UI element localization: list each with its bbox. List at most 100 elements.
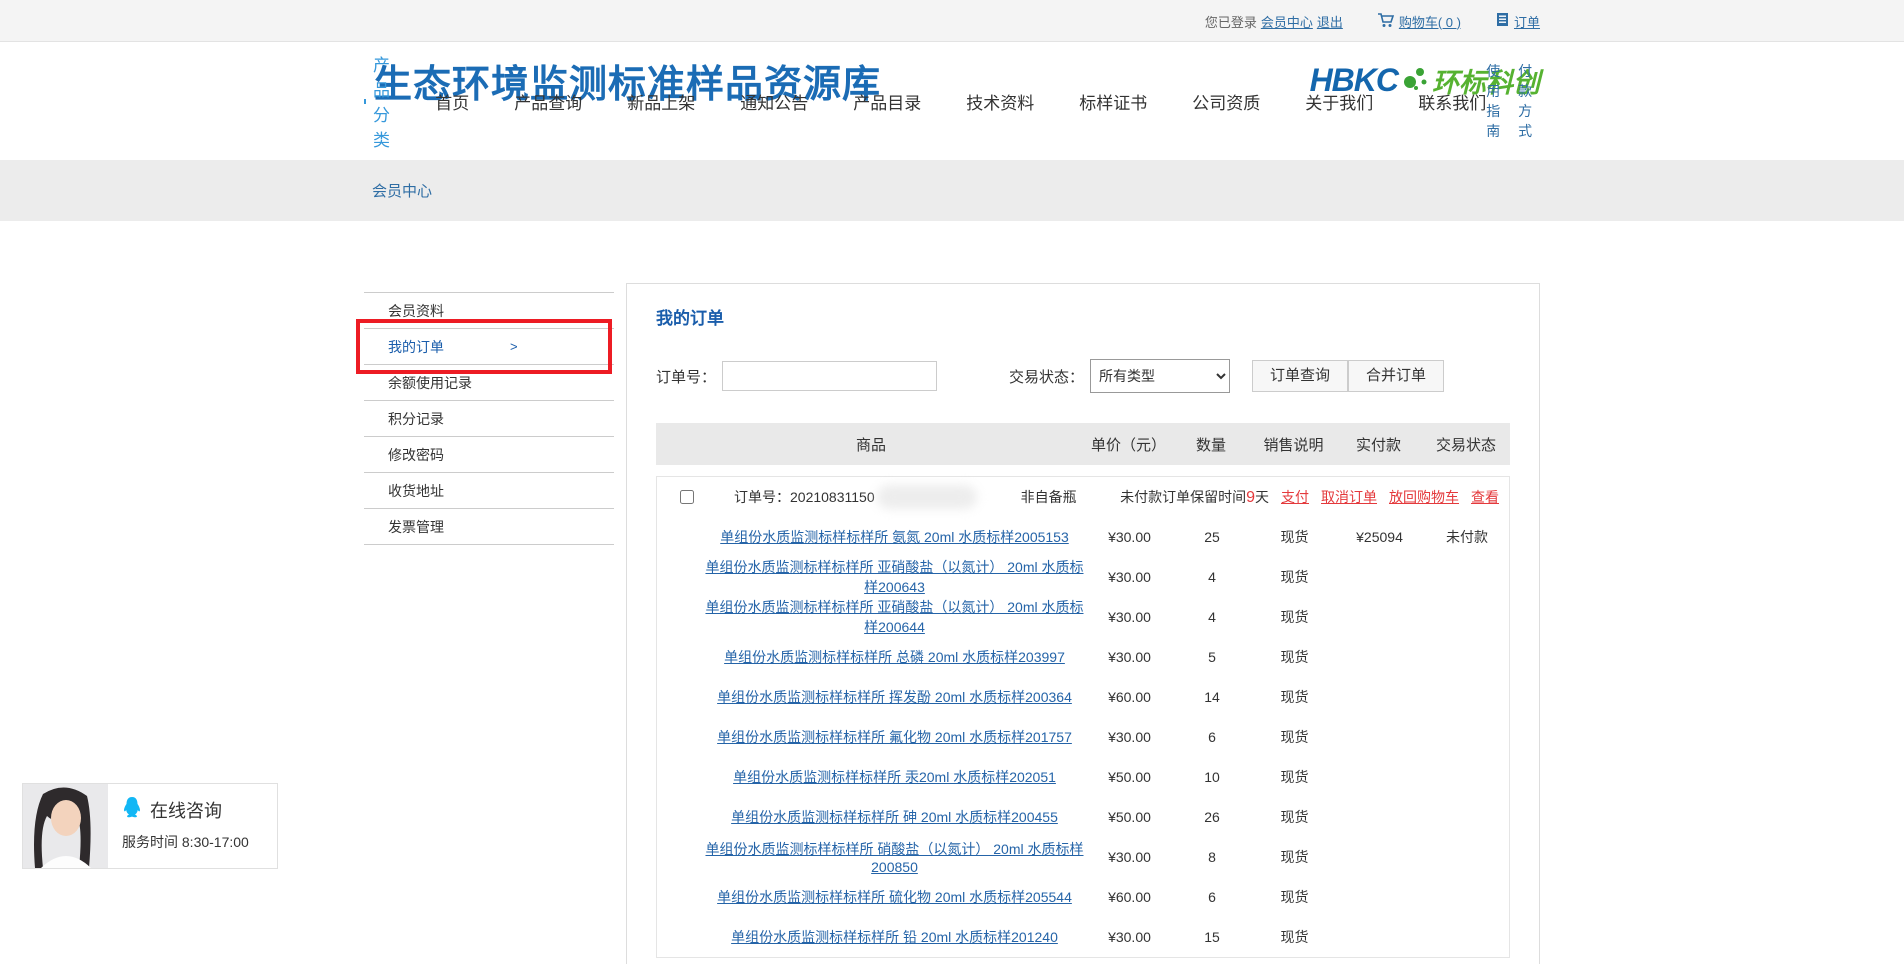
sale-note-value: 现货 (1252, 887, 1337, 907)
sidebar-item-label: 会员资料 (388, 301, 444, 321)
paid-amount-value: ¥25094 (1337, 529, 1422, 545)
sale-note-value: 现货 (1252, 807, 1337, 827)
product-link[interactable]: 单组份水质监测标样标样所 亚硝酸盐（以氮计） 20ml 水质标样200643 (705, 559, 1083, 595)
pay-link[interactable]: 支付 (1281, 487, 1309, 507)
unit-price-value: ¥30.00 (1087, 529, 1172, 545)
nav-item[interactable]: 公司资质 (1192, 89, 1260, 114)
order-query-button[interactable]: 订单查询 (1252, 360, 1348, 392)
sidebar-item[interactable]: 收货地址 (364, 473, 614, 509)
order-no-label: 订单号： (656, 366, 716, 387)
nav-item-product-category[interactable]: 产品分类 (364, 51, 399, 151)
breadcrumb-band: 会员中心 (0, 160, 1904, 221)
col-paid: 实付款 (1336, 434, 1421, 455)
logged-in-text: 您已登录 (1205, 12, 1257, 31)
order-no-input[interactable] (722, 361, 937, 391)
orders-panel: 我的订单 订单号： 交易状态： 所有类型 订单查询 合并订单 商品 单价（元） … (626, 283, 1540, 964)
main-nav: 产品分类 首页 产品查询 新品上架 通知公告 产品目录 技术资料 标样证书 公司资质 关于我们 联… (364, 51, 1540, 151)
product-link[interactable]: 单组份水质监测标样标样所 总磷 20ml 水质标样203997 (724, 649, 1065, 665)
order-item-row: 单组份水质监测标样标样所 铅 20ml 水质标样201240 ¥30.00 15… (657, 917, 1509, 957)
merge-orders-button[interactable]: 合并订单 (1348, 360, 1444, 392)
sidebar-item[interactable]: 会员资料 (364, 293, 614, 329)
order-items: 单组份水质监测标样标样所 氨氮 20ml 水质标样2005153 ¥30.00 … (657, 517, 1509, 957)
unit-price-value: ¥30.00 (1087, 849, 1172, 865)
quantity-value: 5 (1172, 649, 1252, 665)
unit-price-value: ¥50.00 (1087, 769, 1172, 785)
order-search-bar: 订单号： 交易状态： 所有类型 订单查询 合并订单 (656, 359, 1510, 393)
product-link[interactable]: 单组份水质监测标样标样所 亚硝酸盐（以氮计） 20ml 水质标样200644 (705, 599, 1083, 635)
product-link[interactable]: 单组份水质监测标样标样所 铅 20ml 水质标样201240 (731, 929, 1058, 945)
nav-item[interactable]: 产品目录 (853, 89, 921, 114)
order-item-row: 单组份水质监测标样标样所 亚硝酸盐（以氮计） 20ml 水质标样200643 ¥… (657, 557, 1509, 597)
view-order-link[interactable]: 查看 (1471, 487, 1499, 507)
bottle-note: 非自备瓶 (1021, 487, 1077, 507)
sidebar-item[interactable]: 修改密码 (364, 437, 614, 473)
unit-price-value: ¥30.00 (1087, 609, 1172, 625)
agent-avatar (23, 784, 108, 868)
col-unit-price: 单价（元） (1086, 434, 1171, 455)
orders-icon (1495, 12, 1510, 30)
nav-item[interactable]: 联系我们 (1418, 89, 1486, 114)
product-link[interactable]: 单组份水质监测标样标样所 硝酸盐（以氮计） 20ml 水质标样200850 (705, 841, 1083, 875)
order-checkbox[interactable] (680, 490, 694, 504)
quantity-value: 25 (1172, 529, 1252, 545)
product-link[interactable]: 单组份水质监测标样标样所 硫化物 20ml 水质标样205544 (717, 889, 1072, 905)
product-link[interactable]: 单组份水质监测标样标样所 氨氮 20ml 水质标样2005153 (720, 529, 1069, 545)
site-header: 生态环境监测标准样品资源库 HBKC 环标科创 产品分类 首页产品查询新品上架通… (0, 43, 1904, 159)
order-group-header: 订单号：20210831150 非自备瓶 未付款订单保留时间9天 支付 取消订单… (657, 477, 1509, 517)
unit-price-value: ¥30.00 (1087, 569, 1172, 585)
nav-item[interactable]: 产品查询 (514, 89, 582, 114)
quantity-value: 8 (1172, 849, 1252, 865)
sidebar-item-label: 修改密码 (388, 445, 444, 465)
consult-info: 在线咨询 服务时间 8:30-17:00 (108, 784, 277, 868)
sidebar-item[interactable]: 我的订单 > (364, 329, 614, 365)
login-status: 您已登录 会员中心退出 (1205, 12, 1343, 31)
page-root: 您已登录 会员中心退出 购物车( 0 ) 订单 生态环境监测标准样品资源库 HB… (0, 0, 1904, 964)
cart-link[interactable]: 购物车( 0 ) (1399, 12, 1461, 31)
nav-item[interactable]: 技术资料 (966, 89, 1034, 114)
order-item-row: 单组份水质监测标样标样所 硫化物 20ml 水质标样205544 ¥60.00 … (657, 877, 1509, 917)
sidebar-item[interactable]: 积分记录 (364, 401, 614, 437)
cancel-order-link[interactable]: 取消订单 (1321, 487, 1377, 507)
member-center-link[interactable]: 会员中心 (1261, 12, 1313, 31)
top-utility-bar: 您已登录 会员中心退出 购物车( 0 ) 订单 (0, 0, 1904, 42)
sale-note-value: 现货 (1252, 687, 1337, 707)
trade-status-select[interactable]: 所有类型 (1090, 359, 1230, 393)
order-item-row: 单组份水质监测标样标样所 汞20ml 水质标样202051 ¥50.00 10 … (657, 757, 1509, 797)
quantity-value: 6 (1172, 889, 1252, 905)
sidebar-item-label: 余额使用记录 (388, 373, 472, 393)
online-consult-widget[interactable]: 在线咨询 服务时间 8:30-17:00 (22, 783, 278, 869)
orders-group[interactable]: 订单 (1495, 12, 1540, 31)
breadcrumb[interactable]: 会员中心 (364, 180, 432, 201)
orders-link[interactable]: 订单 (1514, 12, 1540, 31)
sale-note-value: 现货 (1252, 727, 1337, 747)
product-link[interactable]: 单组份水质监测标样标样所 砷 20ml 水质标样200455 (731, 809, 1058, 825)
quantity-value: 15 (1172, 929, 1252, 945)
sale-note-value: 现货 (1252, 847, 1337, 867)
nav-item[interactable]: 通知公告 (740, 89, 808, 114)
nav-item[interactable]: 标样证书 (1079, 89, 1147, 114)
sidebar-item[interactable]: 发票管理 (364, 509, 614, 545)
unit-price-value: ¥60.00 (1087, 689, 1172, 705)
nav-item[interactable]: 首页 (435, 89, 469, 114)
nav-item[interactable]: 关于我们 (1305, 89, 1373, 114)
sidebar-item-label: 我的订单 (388, 337, 444, 357)
sale-note-value: 现货 (1252, 607, 1337, 627)
product-link[interactable]: 单组份水质监测标样标样所 挥发酚 20ml 水质标样200364 (717, 689, 1072, 705)
sidebar-item-label: 积分记录 (388, 409, 444, 429)
back-to-cart-link[interactable]: 放回购物车 (1389, 487, 1459, 507)
cart-group[interactable]: 购物车( 0 ) (1377, 12, 1461, 31)
product-link[interactable]: 单组份水质监测标样标样所 汞20ml 水质标样202051 (733, 769, 1056, 785)
order-item-row: 单组份水质监测标样标样所 挥发酚 20ml 水质标样200364 ¥60.00 … (657, 677, 1509, 717)
orders-table-header: 商品 单价（元） 数量 销售说明 实付款 交易状态 (656, 423, 1510, 465)
product-link[interactable]: 单组份水质监测标样标样所 氟化物 20ml 水质标样201757 (717, 729, 1072, 745)
payment-link[interactable]: 付款方式 (1518, 61, 1540, 141)
sale-note-value: 现货 (1252, 527, 1337, 547)
consult-title: 在线咨询 (150, 797, 222, 823)
sale-note-value: 现货 (1252, 567, 1337, 587)
logout-link[interactable]: 退出 (1317, 12, 1343, 31)
nav-item[interactable]: 新品上架 (627, 89, 695, 114)
member-sidebar: 会员资料 我的订单 > 余额使用记录 积分记录 修改密码 收货地址 发票管理 (364, 292, 614, 545)
guide-link[interactable]: 使用指南 (1486, 61, 1508, 141)
cart-icon (1377, 12, 1395, 31)
sidebar-item[interactable]: 余额使用记录 (364, 365, 614, 401)
